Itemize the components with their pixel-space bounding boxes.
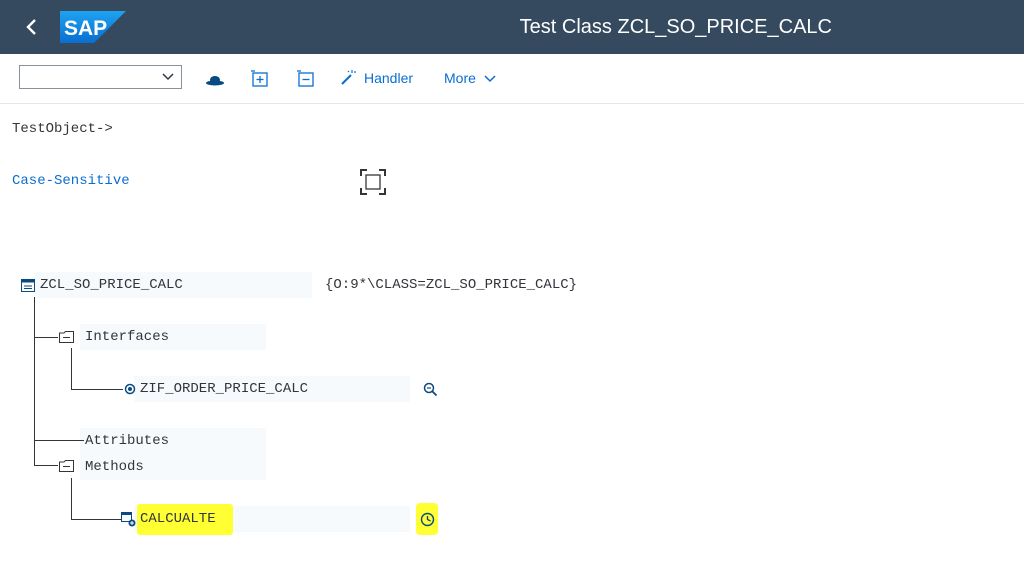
tree-attributes-label[interactable]: Attributes: [85, 433, 169, 449]
method-icon: [121, 512, 136, 527]
tree-root-value: {O:9*\CLASS=ZCL_SO_PRICE_CALC}: [325, 277, 578, 293]
hat-icon[interactable]: [204, 68, 226, 90]
more-button[interactable]: More: [444, 70, 497, 86]
tree-line: [34, 337, 58, 338]
toolbar: Handler More: [0, 54, 1024, 104]
magic-wand-icon: [341, 70, 356, 85]
chevron-down-icon: [162, 73, 174, 81]
zoom-icon[interactable]: [423, 382, 438, 397]
tree-line: [34, 440, 84, 441]
tree-line: [71, 478, 72, 519]
tree-root-label[interactable]: ZCL_SO_PRICE_CALC: [40, 277, 183, 293]
tree-interface-item[interactable]: ZIF_ORDER_PRICE_CALC: [140, 381, 308, 397]
clock-execute-icon[interactable]: [420, 512, 435, 527]
tree-method-item[interactable]: CALCUALTE: [140, 511, 216, 527]
interface-icon: [124, 383, 136, 395]
command-select[interactable]: [19, 65, 182, 89]
tree-interfaces-label[interactable]: Interfaces: [85, 329, 169, 345]
case-sensitive-label: Case-Sensitive: [12, 173, 130, 189]
tree-line: [71, 519, 121, 520]
folder-icon[interactable]: [59, 460, 74, 472]
tree-line: [34, 465, 58, 466]
chevron-down-icon: [484, 75, 496, 83]
delete-row-icon[interactable]: [295, 68, 317, 90]
more-label: More: [444, 70, 476, 86]
tree-methods-label[interactable]: Methods: [85, 459, 144, 475]
test-object-label: TestObject->: [12, 121, 113, 137]
folder-icon[interactable]: [59, 331, 74, 343]
tree-line: [71, 348, 72, 389]
case-sensitive-checkbox[interactable]: [360, 169, 386, 195]
handler-button[interactable]: Handler: [364, 70, 413, 86]
page-title: Test Class ZCL_SO_PRICE_CALC: [519, 16, 832, 38]
shell-bar: SAP Test Class ZCL_SO_PRICE_CALC: [0, 0, 1024, 54]
tree-line: [71, 389, 123, 390]
add-row-icon[interactable]: [249, 68, 271, 90]
class-icon: [21, 279, 35, 292]
